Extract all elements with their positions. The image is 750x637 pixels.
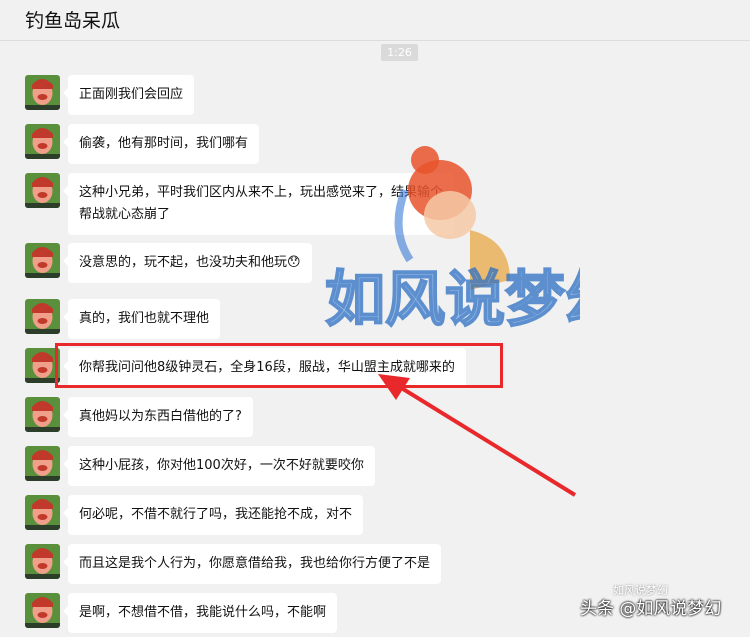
watermark-logo: 如风说梦幻 (320, 140, 626, 350)
avatar[interactable] (25, 75, 60, 110)
message-bubble: 而且这是我个人行为，你愿意借给我，我也给你行方便了不是 (62, 544, 442, 584)
message-bubble: 真的，我们也就不理他 (62, 299, 221, 339)
time-divider: 1:26 (381, 44, 418, 61)
avatar[interactable] (25, 173, 60, 208)
avatar[interactable] (25, 299, 60, 334)
message-bubble: 真他妈以为东西白借他的了? (63, 397, 253, 437)
avatar[interactable] (25, 446, 60, 481)
message-bubble: 这种小屁孩，你对他100次好，一次不好就要咬你 (63, 446, 375, 486)
avatar[interactable] (25, 544, 60, 579)
message-bubble: 偷袭，他有那时间，我们哪有 (62, 124, 260, 164)
chat-header: 钓鱼岛呆瓜 (0, 0, 750, 41)
message-bubble: 是啊，不想借不借，我能说什么吗，不能啊 (62, 593, 338, 633)
avatar[interactable] (25, 495, 60, 530)
message-bubble: 何必呢，不借不就行了吗，我还能抢不成，对不 (62, 495, 364, 535)
avatar[interactable] (25, 243, 60, 278)
avatar[interactable] (25, 593, 60, 628)
arrow-icon (378, 374, 577, 497)
message-bubble: 没意思的，玩不起，也没功夫和他玩😯 (63, 243, 312, 283)
chat-title: 钓鱼岛呆瓜 (25, 10, 121, 32)
avatar[interactable] (25, 397, 60, 432)
avatar[interactable] (25, 124, 60, 159)
watermark-text: 如风说梦幻 (325, 265, 580, 335)
footer-watermark: 头条 @如风说梦幻 (580, 599, 722, 619)
message-bubble: 正面刚我们会回应 (62, 75, 195, 115)
